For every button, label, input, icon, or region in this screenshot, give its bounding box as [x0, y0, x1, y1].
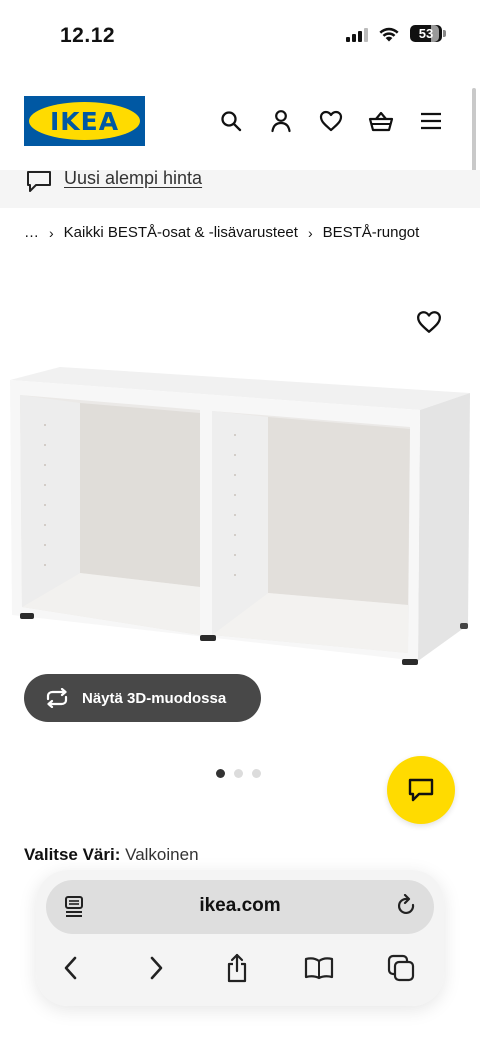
breadcrumb-item-all-besta[interactable]: Kaikki BESTÅ-osat & -lisävarusteet [64, 224, 298, 241]
view-3d-button[interactable]: Näytä 3D-muodossa [24, 674, 261, 722]
cellular-signal-icon [346, 26, 368, 42]
favourites-icon[interactable] [318, 108, 344, 134]
carousel-dot[interactable] [216, 769, 225, 778]
product-image[interactable] [0, 355, 480, 675]
lower-price-link[interactable]: Uusi alempi hinta [64, 168, 202, 189]
status-time: 12.12 [60, 24, 116, 47]
breadcrumb-ellipsis[interactable]: … [24, 224, 39, 241]
chevron-right-icon: › [49, 224, 54, 241]
status-bar: 12.12 53 [0, 0, 480, 70]
menu-icon[interactable] [418, 108, 444, 134]
color-value: Valkoinen [125, 845, 199, 864]
page-scrollbar[interactable] [472, 88, 476, 183]
ikea-logo[interactable]: IKEA [24, 96, 145, 146]
header-icons [218, 108, 444, 134]
browser-toolbar: ikea.com [36, 870, 444, 1006]
chevron-right-icon: › [307, 224, 313, 241]
color-label: Valitse Väri: [24, 845, 121, 864]
breadcrumb-item-besta-frames[interactable]: BESTÅ-rungot [323, 224, 420, 241]
share-icon[interactable] [222, 952, 252, 984]
rotate-3d-icon [46, 688, 68, 708]
back-icon[interactable] [56, 952, 86, 984]
address-bar[interactable]: ikea.com [46, 880, 434, 934]
url-text: ikea.com [199, 895, 281, 916]
add-to-favourites-icon[interactable] [416, 310, 442, 339]
reload-icon[interactable] [396, 893, 418, 923]
battery-icon: 53 [410, 25, 446, 42]
chat-bubble-icon [26, 170, 52, 199]
battery-level: 53 [418, 26, 434, 41]
forward-icon[interactable] [141, 952, 171, 984]
carousel-dot[interactable] [252, 769, 261, 778]
status-icons: 53 [346, 25, 446, 42]
tabs-icon[interactable] [386, 952, 416, 984]
color-selector[interactable]: Valitse Väri: Valkoinen [24, 845, 199, 865]
wifi-icon [379, 27, 399, 41]
search-icon[interactable] [218, 108, 244, 134]
view-3d-label: Näytä 3D-muodossa [82, 689, 227, 707]
logo-text: IKEA [49, 106, 120, 136]
breadcrumb: … › Kaikki BESTÅ-osat & -lisävarusteet ›… [24, 224, 419, 241]
basket-icon[interactable] [368, 108, 394, 134]
account-icon[interactable] [268, 108, 294, 134]
bookmarks-icon[interactable] [304, 952, 334, 984]
browser-nav [36, 952, 444, 988]
carousel-dot[interactable] [234, 769, 243, 778]
promo-banner: Uusi alempi hinta [0, 168, 480, 208]
chat-button[interactable] [387, 756, 455, 824]
chat-icon [408, 778, 434, 802]
site-header: IKEA [0, 80, 480, 170]
image-carousel-dots [216, 769, 261, 778]
